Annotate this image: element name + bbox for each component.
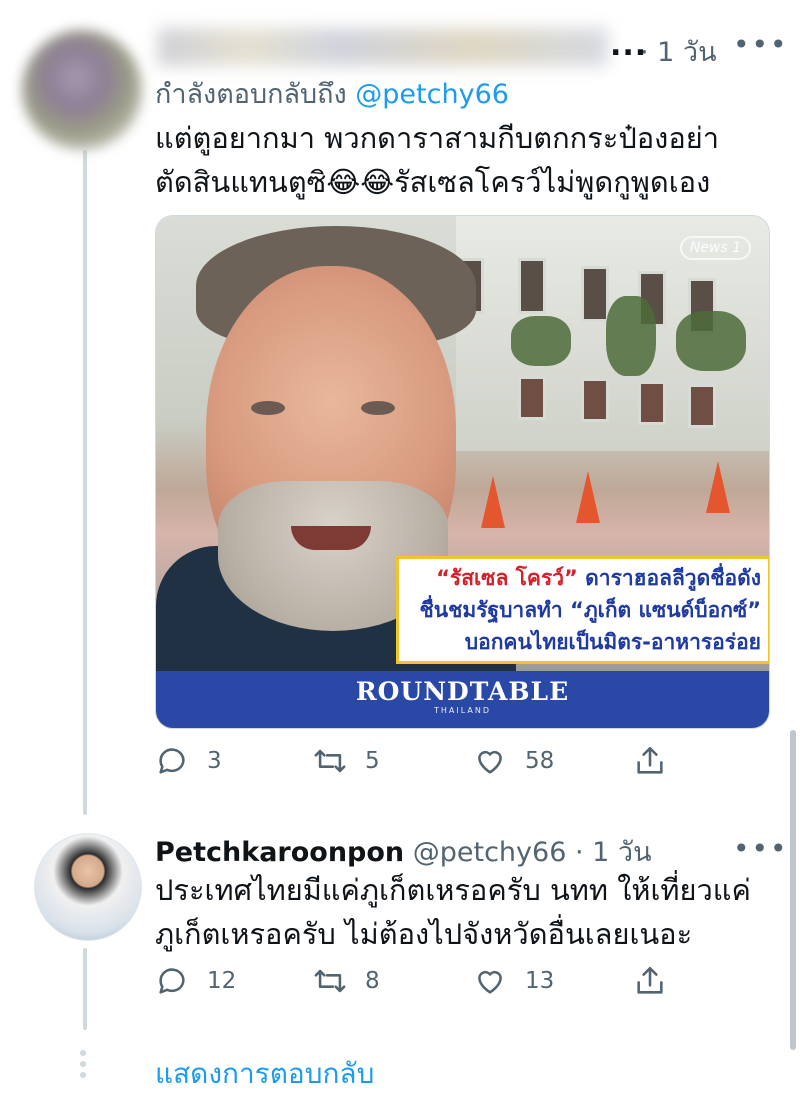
share-icon — [637, 966, 663, 994]
heart-icon — [478, 750, 502, 774]
heart-icon — [478, 970, 502, 994]
more-options-icon[interactable]: ••• — [733, 832, 789, 865]
retweet-icon — [314, 969, 346, 993]
thread-continuation-dots — [76, 1050, 90, 1083]
retweet-count: 8 — [365, 968, 380, 994]
share-button[interactable] — [633, 744, 685, 778]
photo-background: News 1 “รัสเซล โครว์” ดาราฮอลลีวูดชื่อดั… — [156, 216, 769, 676]
reply-icon — [159, 748, 185, 774]
blurred-display-name[interactable] — [158, 28, 608, 66]
reply-count: 12 — [207, 968, 237, 994]
tweet2-text: ประเทศไทยมีแค่ภูเก็ตเหรอครับ นทท ให้เที่… — [155, 873, 751, 951]
thread-line-top — [83, 150, 87, 815]
share-icon — [637, 746, 663, 774]
reply-prefix: กำลังตอบกลับถึง — [155, 79, 347, 110]
more-options-icon[interactable]: ••• — [733, 28, 789, 61]
tweet1-text: แต่ตูอยากมา พวกดาราสามกีบตกกระป๋องอย่า ต… — [155, 121, 720, 199]
tweet1-timestamp[interactable]: · 1 วัน — [640, 30, 717, 73]
reply-to-line: กำลังตอบกลับถึง @petchy66 — [155, 72, 509, 115]
like-count: 58 — [525, 748, 555, 774]
like-count: 13 — [525, 968, 555, 994]
avatar-blurred[interactable] — [22, 30, 142, 150]
scrollbar[interactable] — [790, 730, 796, 1050]
reply-icon — [159, 968, 185, 994]
brand-logo-text: ROUNDTABLE — [355, 677, 570, 706]
reply-button[interactable]: 12 — [155, 964, 236, 998]
share-button[interactable] — [633, 964, 685, 998]
reply-handle-link[interactable]: @petchy66 — [355, 79, 509, 110]
tweet2-header: Petchkaroonpon @petchy66 · 1 วัน — [155, 830, 652, 873]
reply-button[interactable]: 3 — [155, 744, 222, 778]
show-replies-link[interactable]: แสดงการตอบกลับ — [155, 1052, 374, 1096]
traffic-cone — [481, 476, 505, 528]
traffic-cone — [576, 471, 600, 523]
caption-line-3: บอกคนไทยเป็นมิตร-อาหารอร่อย — [464, 630, 761, 654]
thread-line-bottom — [83, 948, 87, 1030]
brand-sub-text: THAILAND — [434, 706, 491, 715]
retweet-count: 5 — [365, 748, 380, 774]
traffic-cone — [706, 461, 730, 513]
tweet-media-image[interactable]: News 1 “รัสเซล โครว์” ดาราฮอลลีวูดชื่อดั… — [155, 215, 770, 729]
caption-line-1: “รัสเซล โครว์” ดาราฮอลลีวูดชื่อดัง — [436, 566, 761, 590]
image-caption-box: “รัสเซล โครว์” ดาราฮอลลีวูดชื่อดัง ชื่นช… — [396, 556, 769, 664]
retweet-button[interactable]: 5 — [313, 744, 380, 778]
reply-count: 3 — [207, 748, 222, 774]
tweet2-timestamp[interactable]: · 1 วัน — [575, 837, 652, 868]
tweet2-actions: 12 8 13 — [155, 964, 715, 1004]
display-name[interactable]: Petchkaroonpon — [155, 837, 404, 868]
avatar-petchkaroonpon[interactable] — [34, 833, 142, 941]
retweet-icon — [314, 749, 346, 773]
user-handle[interactable]: @petchy66 — [413, 837, 567, 868]
retweet-button[interactable]: 8 — [313, 964, 380, 998]
like-button[interactable]: 13 — [473, 964, 554, 998]
roundtable-brand-bar: ROUNDTABLE THAILAND — [156, 671, 769, 728]
caption-line-2: ชื่นชมรัฐบาลทำ “ภูเก็ต แซนด์บ็อกซ์” — [419, 598, 762, 622]
news-watermark: News 1 — [679, 236, 751, 260]
mouth — [291, 526, 371, 550]
tweet1-actions: 3 5 58 — [155, 744, 715, 784]
like-button[interactable]: 58 — [473, 744, 554, 778]
